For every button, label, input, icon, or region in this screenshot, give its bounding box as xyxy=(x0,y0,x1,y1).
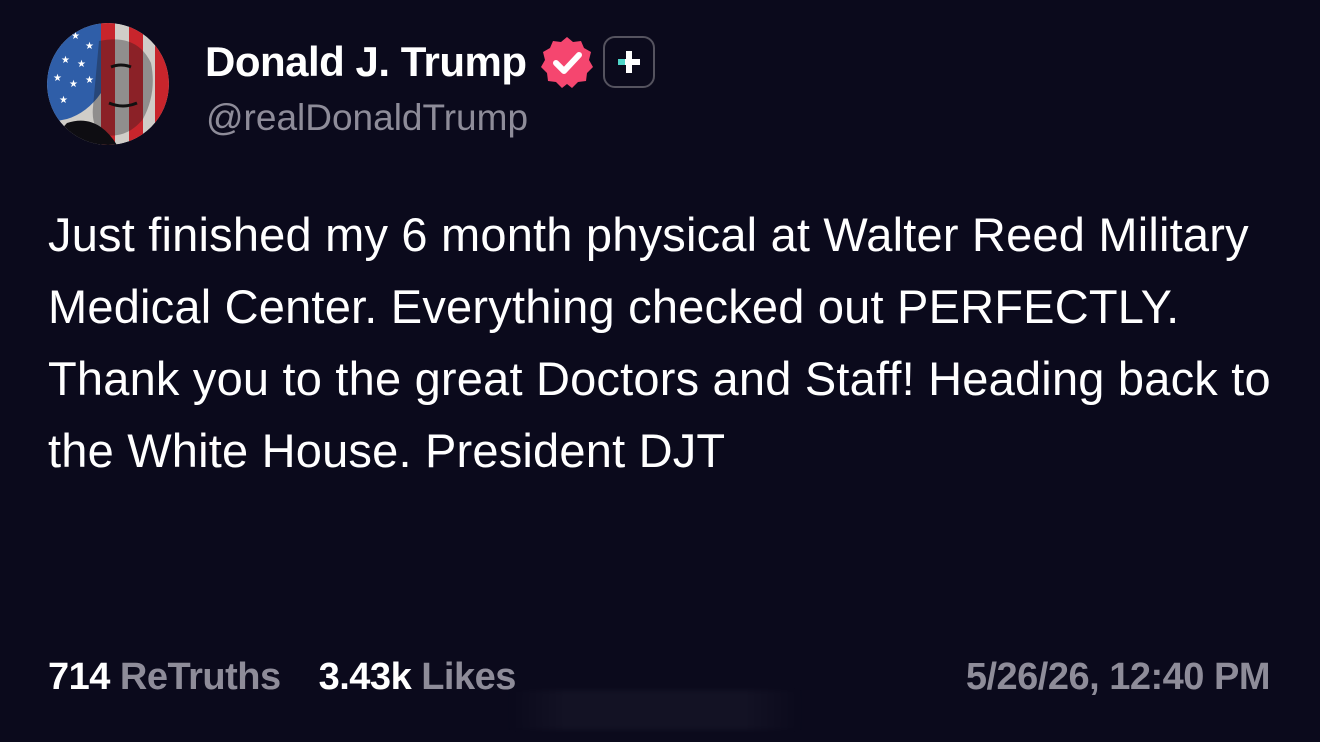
post-card: ★ ★ ★ ★ ★ ★ ★ ★ ★ Donald J. Trump @realD… xyxy=(0,0,1320,742)
author-avatar[interactable]: ★ ★ ★ ★ ★ ★ ★ ★ ★ xyxy=(47,23,169,145)
verified-badge-icon xyxy=(539,34,595,90)
watermark-smudge xyxy=(505,690,805,730)
svg-text:★: ★ xyxy=(71,31,80,42)
post-text: Just finished my 6 month physical at Wal… xyxy=(48,208,1271,477)
author-display-name[interactable]: Donald J. Trump xyxy=(205,38,527,86)
svg-text:★: ★ xyxy=(85,75,94,86)
retruths-count: 714 xyxy=(48,655,110,698)
post-timestamp[interactable]: 5/26/26, 12:40 PM xyxy=(966,652,1271,702)
avatar-image: ★ ★ ★ ★ ★ ★ ★ ★ ★ xyxy=(47,23,169,145)
likes-stat[interactable]: 3.43k Likes xyxy=(318,655,517,699)
author-handle[interactable]: @realDonaldTrump xyxy=(206,97,528,139)
retruths-stat[interactable]: 714 ReTruths xyxy=(48,656,281,699)
likes-label: Likes xyxy=(421,655,516,698)
svg-text:★: ★ xyxy=(55,37,64,48)
svg-text:★: ★ xyxy=(59,95,68,106)
author-name-row: Donald J. Trump xyxy=(205,34,655,90)
svg-text:★: ★ xyxy=(53,73,62,84)
svg-text:★: ★ xyxy=(85,41,94,52)
svg-text:★: ★ xyxy=(61,55,70,66)
post-stats: 714 ReTruths 3.43k Likes xyxy=(48,652,516,702)
retruths-label: ReTruths xyxy=(119,655,281,698)
svg-text:★: ★ xyxy=(69,79,78,90)
likes-count: 3.43k xyxy=(318,655,412,698)
svg-text:★: ★ xyxy=(77,59,86,70)
plus-badge-icon[interactable] xyxy=(602,36,655,88)
